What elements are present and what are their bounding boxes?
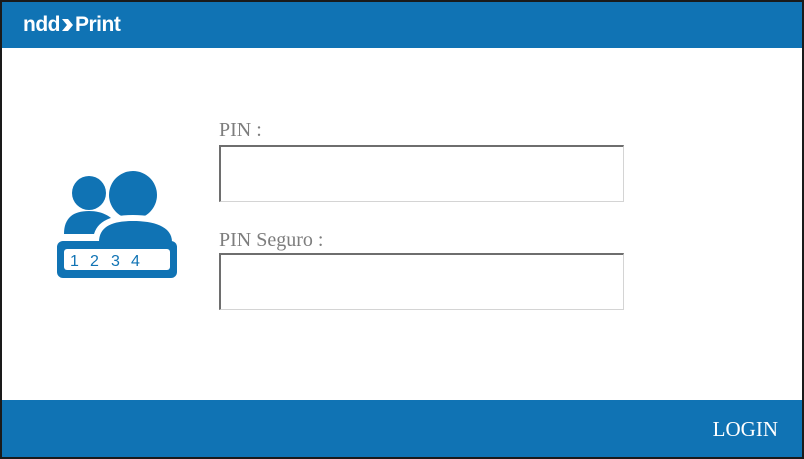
pin-label: PIN : xyxy=(219,119,262,141)
login-window: ndd Print 1 2 3 4 PIN: PIN Seguro: LOG… xyxy=(0,0,804,459)
login-form-area: 1 2 3 4 PIN : PIN Seguro : xyxy=(2,48,802,400)
users-pin-icon: 1 2 3 4 xyxy=(57,168,179,278)
login-button[interactable]: LOGIN xyxy=(713,416,778,442)
pin-digit: 2 xyxy=(90,253,99,270)
ndd-print-logo: ndd Print xyxy=(23,11,121,39)
chevron-right-icon xyxy=(61,19,73,31)
pin-input[interactable] xyxy=(219,145,624,202)
pin-seguro-input[interactable] xyxy=(219,253,624,310)
header-bar: ndd Print xyxy=(2,2,802,48)
footer-bar: LOGIN xyxy=(2,400,802,457)
pin-digit: 3 xyxy=(111,253,120,270)
logo-text-ndd: ndd xyxy=(23,13,60,36)
pin-digit: 4 xyxy=(131,253,140,270)
pin-seguro-label: PIN Seguro : xyxy=(219,229,324,251)
logo-text-print: Print xyxy=(74,13,121,36)
pin-digit: 1 xyxy=(70,253,79,270)
